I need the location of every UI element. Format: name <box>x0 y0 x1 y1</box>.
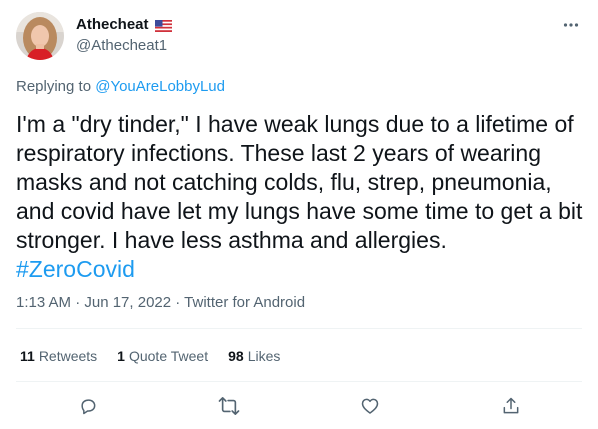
reply-mention-link[interactable]: @YouAreLobbyLud <box>95 78 225 95</box>
tweet-stats: 11 Retweets 1 Quote Tweet 98 Likes <box>20 348 280 364</box>
likes-count: 98 <box>228 348 244 364</box>
tweet-body: I'm a "dry tinder," I have weak lungs du… <box>16 111 589 253</box>
tweet-text: I'm a "dry tinder," I have weak lungs du… <box>16 110 586 284</box>
share-icon[interactable] <box>498 393 524 419</box>
us-flag-icon <box>154 19 172 32</box>
retweets-stat[interactable]: 11 Retweets <box>20 348 97 364</box>
divider <box>16 328 582 329</box>
replying-to: Replying to @YouAreLobbyLud <box>16 78 225 95</box>
hashtag-link[interactable]: #ZeroCovid <box>16 255 586 284</box>
name-row: Athecheat <box>76 16 172 33</box>
likes-label: Likes <box>247 348 281 364</box>
user-handle[interactable]: @Athecheat1 <box>76 37 167 54</box>
retweets-label: Retweets <box>38 348 98 364</box>
tweet-actions <box>0 393 598 419</box>
divider <box>16 381 582 382</box>
tweet-datetime[interactable]: 1:13 AM · Jun 17, 2022 <box>16 294 171 311</box>
quote-tweets-stat[interactable]: 1 Quote Tweet <box>117 348 208 364</box>
more-options-icon[interactable] <box>560 14 582 36</box>
quotes-count: 1 <box>117 348 125 364</box>
likes-stat[interactable]: 98 Likes <box>228 348 280 364</box>
like-icon[interactable] <box>357 393 383 419</box>
tweet-source[interactable]: Twitter for Android <box>184 294 305 311</box>
tweet: Athecheat @Athecheat1 Replying to @YouAr… <box>0 0 598 429</box>
retweets-count: 11 <box>20 348 35 364</box>
quotes-label: Quote Tweet <box>128 348 209 364</box>
reply-icon[interactable] <box>75 393 101 419</box>
replying-to-prefix: Replying to <box>16 78 96 95</box>
tweet-meta: 1:13 AM · Jun 17, 2022 · Twitter for And… <box>16 294 305 311</box>
meta-separator: · <box>171 294 185 311</box>
retweet-icon[interactable] <box>216 393 242 419</box>
avatar-image <box>16 12 64 60</box>
display-name[interactable]: Athecheat <box>76 16 149 33</box>
avatar[interactable] <box>16 12 64 60</box>
